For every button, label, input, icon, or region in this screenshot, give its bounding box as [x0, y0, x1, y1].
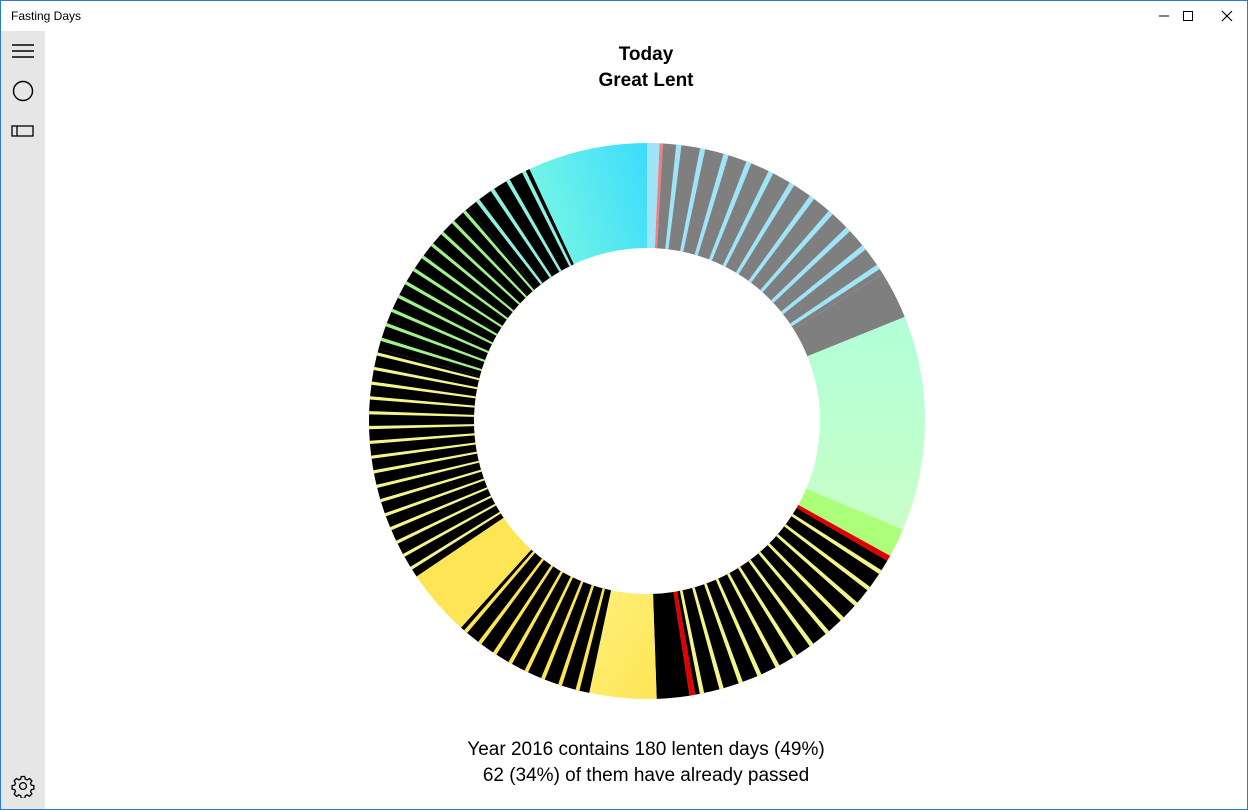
linear-view-icon: [11, 125, 34, 137]
main-content: Today Great Lent Year 2016 contains 180: [45, 31, 1247, 809]
gear-icon: [11, 775, 35, 798]
page-title: Today: [618, 44, 674, 65]
year-fasting-ring: [369, 143, 925, 699]
hamburger-menu-button[interactable]: [1, 31, 45, 71]
close-button[interactable]: [1204, 1, 1247, 31]
maximize-icon: [1183, 11, 1193, 21]
linear-view-button[interactable]: [1, 111, 45, 151]
circle-view-button[interactable]: [1, 71, 45, 111]
hamburger-menu-icon: [12, 44, 34, 58]
window-title: Fasting Days: [11, 9, 82, 23]
sidebar: [1, 31, 45, 809]
app-window: Fasting Days Today Great Lent Year 2016 …: [0, 0, 1248, 810]
circle-view-icon: [12, 80, 34, 102]
title-bar: Fasting Days: [1, 1, 1247, 31]
current-period-label: Great Lent: [598, 70, 694, 91]
settings-button[interactable]: [1, 766, 45, 806]
summary-total-line: Year 2016 contains 180 lenten days (49%): [467, 739, 825, 760]
summary-passed-line: 62 (34%) of them have already passed: [482, 765, 810, 786]
close-icon: [1221, 10, 1233, 22]
